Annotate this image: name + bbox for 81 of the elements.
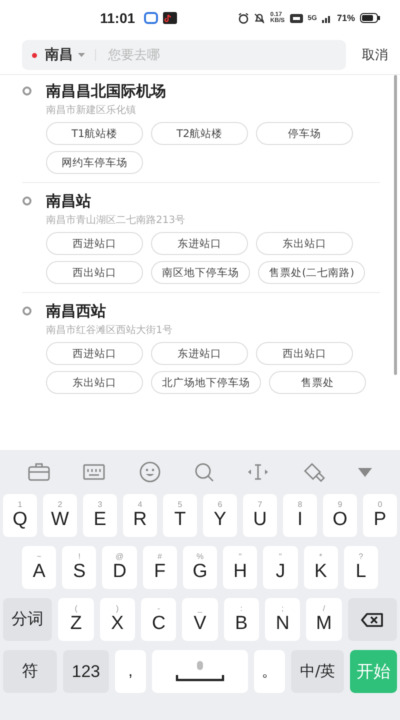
keyboard-key[interactable]: @ D	[102, 546, 137, 589]
entrance-chip[interactable]: 东进站口	[151, 232, 248, 255]
keyboard-key[interactable]: : B	[224, 598, 259, 641]
keyboard-key[interactable]: - C	[141, 598, 176, 641]
status-time: 11:01	[100, 10, 136, 26]
keyboard-key[interactable]: 8 I	[283, 494, 317, 537]
entrance-chip[interactable]: 停车场	[256, 122, 353, 145]
keyboard-key[interactable]: " J	[263, 546, 298, 589]
entrance-chip[interactable]: 售票处	[269, 371, 366, 394]
place-name[interactable]: 南昌昌北国际机场	[46, 81, 166, 101]
app-icon	[163, 12, 178, 24]
keyboard-icon[interactable]	[83, 464, 106, 480]
entrance-chip[interactable]: 东出站口	[46, 371, 143, 394]
briefcase-icon[interactable]	[28, 463, 50, 481]
keyboard-key[interactable]: 0 P	[363, 494, 397, 537]
alarm-icon	[238, 12, 250, 24]
keyboard-key[interactable]: ~ A	[22, 546, 56, 589]
backspace-icon	[361, 612, 384, 626]
entrance-chip[interactable]: 东进站口	[151, 342, 248, 365]
keyboard-key[interactable]: " H	[223, 546, 258, 589]
keyboard-key[interactable]: ! S	[62, 546, 96, 589]
brush-icon[interactable]	[302, 462, 325, 482]
keyboard-key[interactable]: 5 T	[163, 494, 197, 537]
cancel-button[interactable]: 取消	[358, 42, 392, 68]
search-icon[interactable]	[194, 462, 214, 482]
space-key[interactable]	[152, 650, 248, 693]
entrance-chip[interactable]: 西出站口	[256, 342, 353, 365]
space-bar-icon	[175, 660, 225, 682]
segment-key[interactable]: 分词	[2, 598, 52, 641]
city-selector[interactable]: 南昌	[45, 46, 73, 64]
keyboard-key[interactable]: 3 E	[83, 494, 117, 537]
entrance-chip[interactable]: 网约车停车场	[46, 151, 143, 174]
place-name[interactable]: 南昌西站	[46, 301, 106, 321]
keyboard-key[interactable]: 6 Y	[203, 494, 237, 537]
emoji-icon[interactable]	[138, 461, 161, 483]
keyboard-key[interactable]: ) X	[100, 598, 136, 641]
keyboard-key[interactable]: _ V	[182, 598, 218, 641]
search-field[interactable]: 南昌 您要去哪	[22, 40, 346, 70]
symbols-key[interactable]: 符	[2, 650, 57, 693]
keyboard-key[interactable]: * K	[304, 546, 338, 589]
battery-icon	[360, 13, 380, 23]
bell-icon	[254, 12, 266, 24]
entrance-chip[interactable]: T2航站楼	[151, 122, 248, 145]
hd-icon	[290, 14, 303, 22]
battery-level: 71%	[336, 13, 355, 23]
location-pin-icon	[22, 86, 32, 96]
entrance-chip[interactable]: 西进站口	[46, 232, 143, 255]
keyboard-key[interactable]: ; N	[264, 598, 300, 641]
caret-icon	[78, 53, 85, 57]
collapse-icon[interactable]	[358, 468, 372, 476]
entrance-chip[interactable]: 南区地下停车场	[151, 261, 250, 284]
numbers-key[interactable]: 123	[62, 650, 110, 693]
keyboard-key[interactable]: / M	[306, 598, 342, 641]
keyboard-key[interactable]: # F	[142, 546, 177, 589]
location-pin-icon	[22, 196, 32, 206]
entrance-chip[interactable]: 西出站口	[46, 261, 143, 284]
keyboard-key[interactable]: 2 W	[43, 494, 77, 537]
keyboard-key[interactable]: ( Z	[58, 598, 94, 641]
app-icon	[144, 12, 158, 24]
entrance-chip[interactable]: 西进站口	[46, 342, 143, 365]
keyboard-key[interactable]: 4 R	[123, 494, 157, 537]
entrance-chip[interactable]: 售票处(二七南路)	[258, 261, 366, 284]
entrance-chip[interactable]: T1航站楼	[46, 122, 143, 145]
keyboard-key[interactable]: % G	[182, 546, 218, 589]
keyboard-key[interactable]: 7 U	[243, 494, 277, 537]
place-name[interactable]: 南昌站	[46, 191, 91, 211]
signal-icon	[322, 14, 332, 22]
place-address: 南昌市红谷滩区西站大街1号	[46, 324, 174, 337]
period-key[interactable]: 。	[254, 650, 285, 693]
cursor-move-icon[interactable]	[247, 464, 270, 480]
keyboard-key[interactable]: 1 Q	[3, 494, 37, 537]
keyboard-key[interactable]: 9 O	[323, 494, 357, 537]
language-toggle-key[interactable]: 中/英	[290, 650, 344, 693]
entrance-chip[interactable]: 北广场地下停车场	[151, 371, 261, 394]
entrance-chip[interactable]: 东出站口	[256, 232, 353, 255]
keyboard-key[interactable]: ? L	[344, 546, 378, 589]
location-pin-icon	[22, 306, 32, 316]
place-address: 南昌市青山湖区二七南路213号	[46, 214, 186, 227]
backspace-key[interactable]	[348, 598, 398, 641]
comma-key[interactable]: ,	[115, 650, 146, 693]
place-address: 南昌市新建区乐化镇	[46, 104, 137, 117]
